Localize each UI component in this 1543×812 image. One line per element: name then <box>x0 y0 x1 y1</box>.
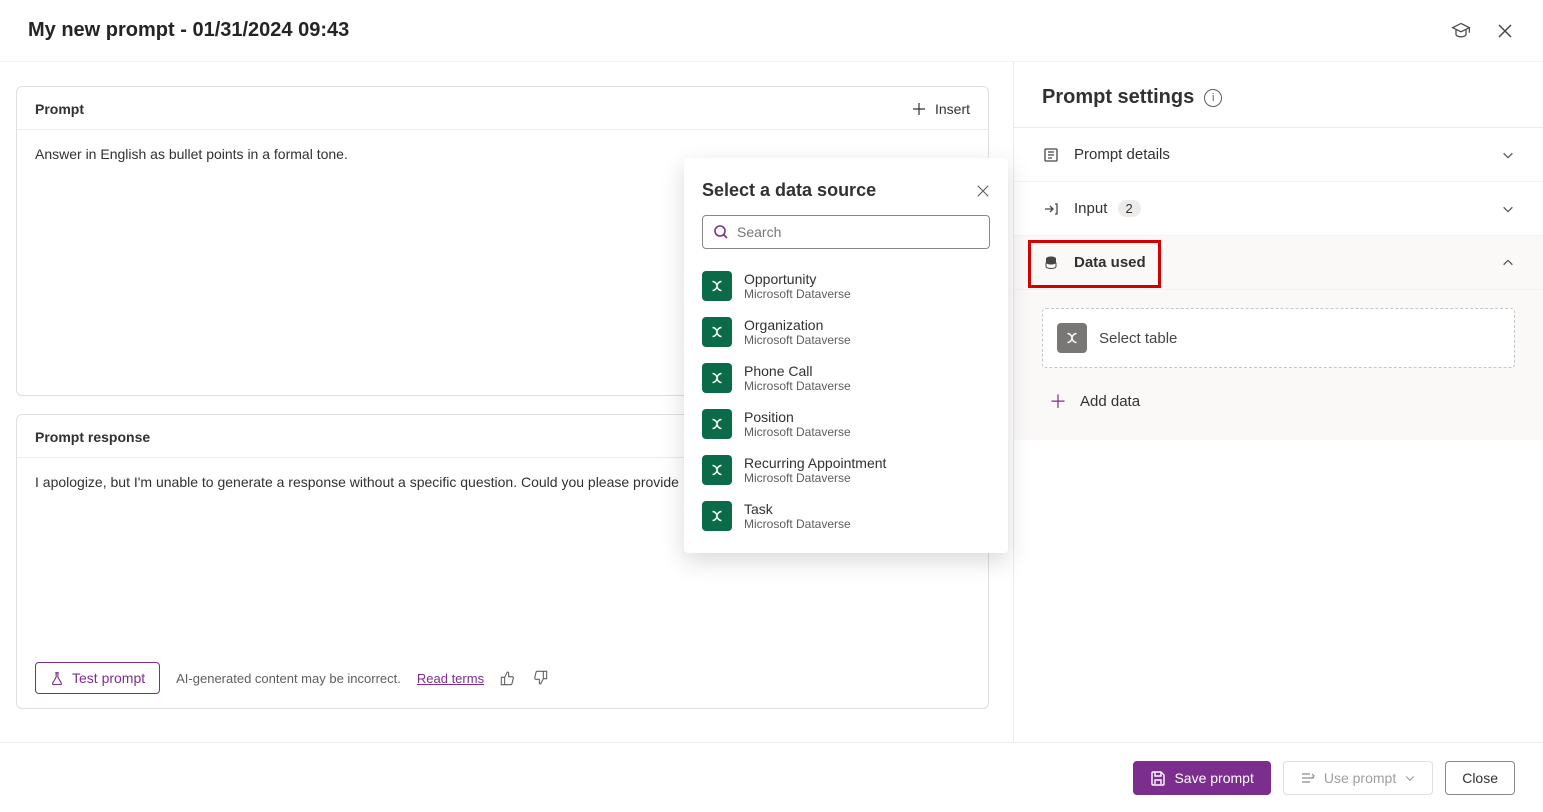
data-source-name: Phone Call <box>744 363 851 379</box>
dataverse-icon <box>702 455 732 485</box>
dataverse-icon <box>702 363 732 393</box>
use-icon <box>1300 770 1316 786</box>
info-icon[interactable]: i <box>1204 89 1222 107</box>
data-source-name: Organization <box>744 317 851 333</box>
prompt-header-label: Prompt <box>35 101 911 117</box>
chevron-down-icon <box>1501 148 1515 162</box>
data-source-name: Recurring Appointment <box>744 455 886 471</box>
chevron-down-icon <box>1404 772 1416 784</box>
data-source-sub: Microsoft Dataverse <box>744 287 851 301</box>
insert-label: Insert <box>935 101 970 117</box>
insert-button[interactable]: Insert <box>911 101 970 117</box>
plus-icon: ＋ <box>1048 388 1068 414</box>
top-bar: My new prompt - 01/31/2024 09:43 <box>0 0 1543 62</box>
dataverse-icon <box>702 271 732 301</box>
input-badge: 2 <box>1118 200 1141 217</box>
data-source-name: Position <box>744 409 851 425</box>
thumbs-down-icon[interactable] <box>532 670 548 686</box>
data-source-sub: Microsoft Dataverse <box>744 425 851 439</box>
chevron-down-icon <box>1501 202 1515 216</box>
bottom-bar: Save prompt Use prompt Close <box>0 742 1543 812</box>
test-prompt-button[interactable]: Test prompt <box>35 662 160 694</box>
dataverse-icon <box>702 317 732 347</box>
learn-icon[interactable] <box>1451 21 1471 41</box>
prompt-header: Prompt Insert <box>17 87 988 130</box>
dataverse-icon <box>702 501 732 531</box>
dataverse-icon <box>702 409 732 439</box>
use-prompt-button[interactable]: Use prompt <box>1283 761 1433 795</box>
data-used-content: Select table ＋ Add data <box>1014 290 1543 440</box>
database-icon <box>1042 255 1060 271</box>
data-source-item[interactable]: Organization Microsoft Dataverse <box>702 309 990 355</box>
data-source-item[interactable]: Task Microsoft Dataverse <box>702 493 990 539</box>
data-source-item[interactable]: Opportunity Microsoft Dataverse <box>702 263 990 309</box>
data-source-sub: Microsoft Dataverse <box>744 517 851 531</box>
data-source-item[interactable]: Position Microsoft Dataverse <box>702 401 990 447</box>
page-title: My new prompt - 01/31/2024 09:43 <box>28 19 1451 42</box>
data-source-sub: Microsoft Dataverse <box>744 471 886 485</box>
settings-row-details[interactable]: Prompt details <box>1014 128 1543 182</box>
data-source-sub: Microsoft Dataverse <box>744 379 851 393</box>
data-source-item[interactable]: Phone Call Microsoft Dataverse <box>702 355 990 401</box>
details-icon <box>1042 147 1060 163</box>
read-terms-link[interactable]: Read terms <box>417 671 484 686</box>
select-table-button[interactable]: Select table <box>1042 308 1515 368</box>
settings-title: Prompt settings <box>1042 86 1194 109</box>
save-prompt-button[interactable]: Save prompt <box>1133 761 1270 795</box>
data-source-popup: Select a data source Opportunity Microso… <box>684 158 1008 553</box>
close-button[interactable]: Close <box>1445 761 1515 795</box>
top-icons <box>1451 21 1515 41</box>
data-source-item[interactable]: Recurring Appointment Microsoft Datavers… <box>702 447 990 493</box>
settings-row-data-used[interactable]: Data used <box>1014 236 1543 290</box>
thumbs-up-icon[interactable] <box>500 670 516 686</box>
flask-icon <box>50 671 64 685</box>
save-icon <box>1150 770 1166 786</box>
dataverse-icon <box>1057 323 1087 353</box>
add-data-button[interactable]: ＋ Add data <box>1042 368 1515 440</box>
data-source-sub: Microsoft Dataverse <box>744 333 851 347</box>
search-box[interactable] <box>702 215 990 249</box>
popup-close-icon[interactable] <box>976 184 990 198</box>
settings-row-input[interactable]: Input 2 <box>1014 182 1543 236</box>
disclaimer-text: AI-generated content may be incorrect. <box>176 671 401 686</box>
data-source-name: Opportunity <box>744 271 851 287</box>
settings-header: Prompt settings i <box>1014 62 1543 128</box>
response-footer: Test prompt AI-generated content may be … <box>17 648 988 708</box>
settings-panel: Prompt settings i Prompt details Input 2 <box>1013 62 1543 742</box>
data-source-name: Task <box>744 501 851 517</box>
search-icon <box>713 224 729 240</box>
plus-icon <box>911 101 927 117</box>
close-icon[interactable] <box>1495 21 1515 41</box>
popup-header: Select a data source <box>702 180 990 201</box>
chevron-up-icon <box>1501 256 1515 270</box>
input-icon <box>1042 201 1060 217</box>
data-source-list: Opportunity Microsoft Dataverse Organiza… <box>702 263 990 539</box>
popup-title: Select a data source <box>702 180 976 201</box>
search-input[interactable] <box>737 224 979 240</box>
